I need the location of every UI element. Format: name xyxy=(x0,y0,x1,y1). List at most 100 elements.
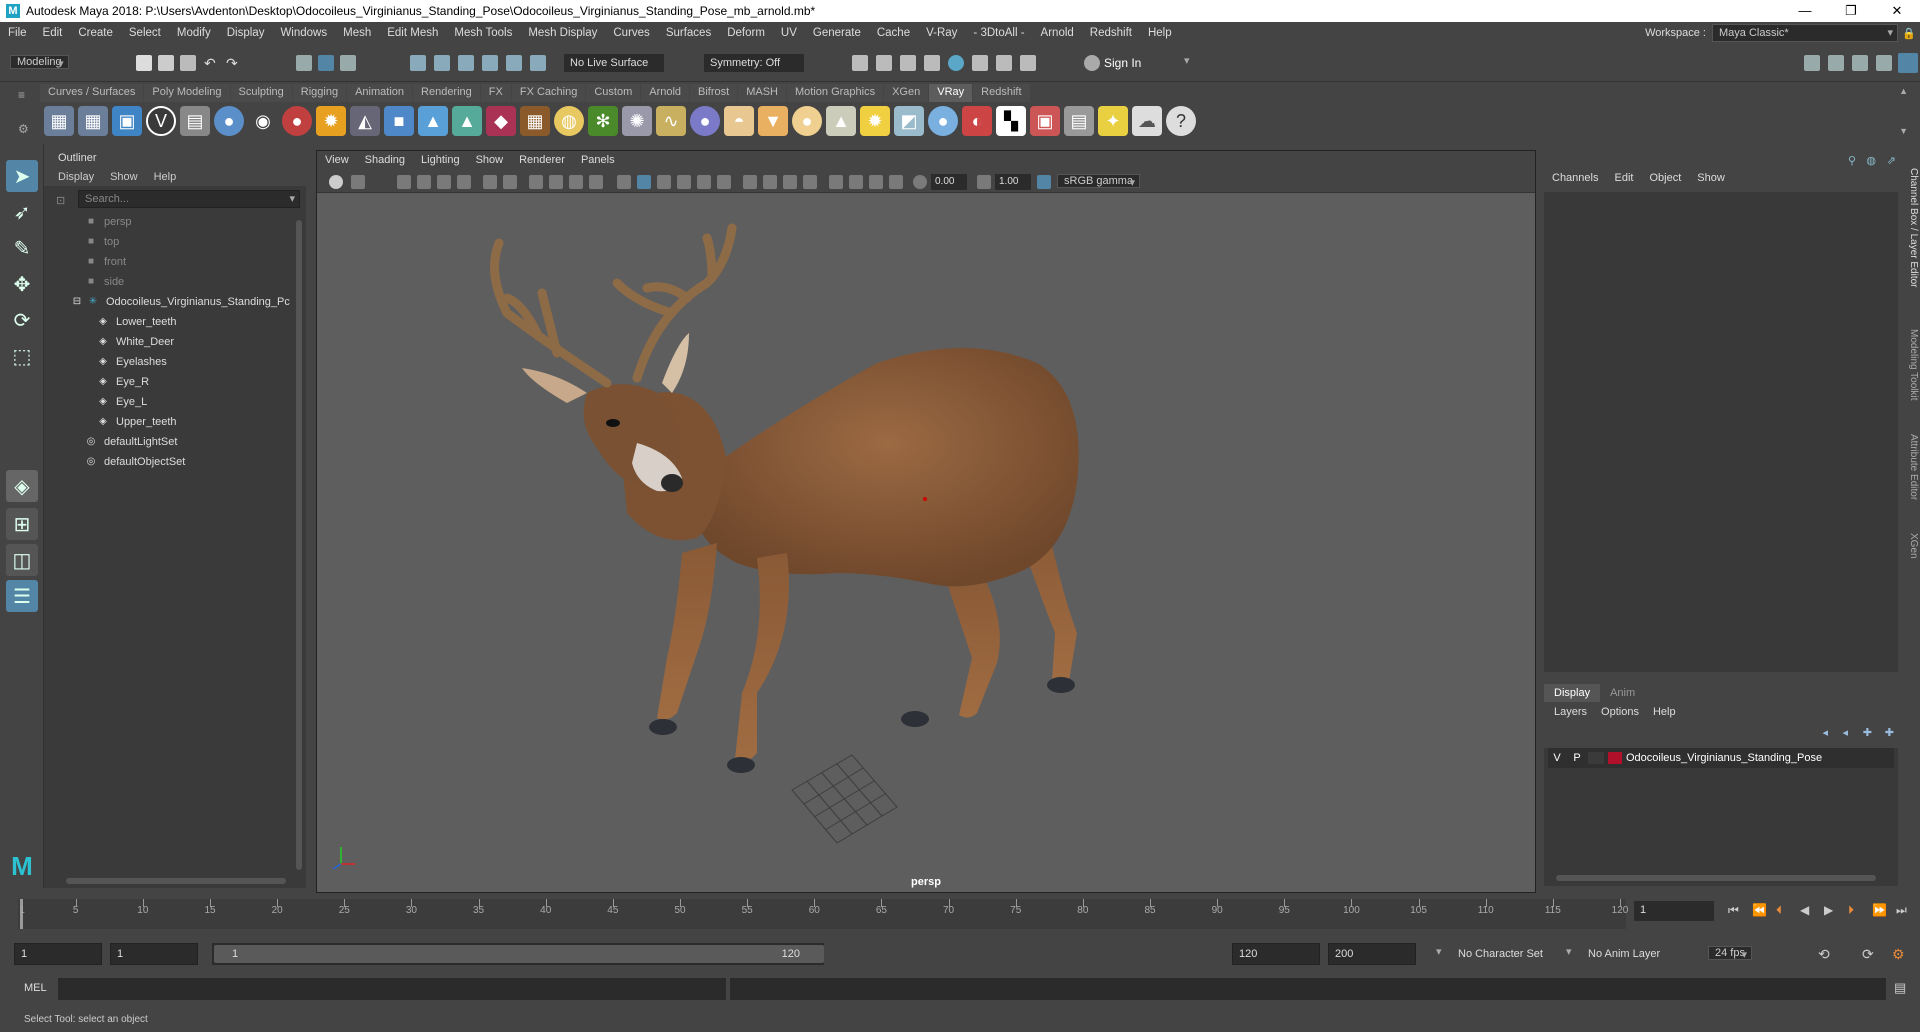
vray-light-lister-icon[interactable]: ✦ xyxy=(1098,106,1128,136)
outliner-item-front[interactable]: ■ front xyxy=(44,252,294,272)
menu-mesh-tools[interactable]: Mesh Tools xyxy=(446,27,520,39)
vray-render-elements-icon[interactable]: ▦ xyxy=(78,106,108,136)
anim-layer-dropdown-icon[interactable]: ▾ xyxy=(1566,945,1572,958)
field-chart-icon[interactable] xyxy=(549,175,563,189)
shadows-icon[interactable] xyxy=(717,175,731,189)
vray-cloud-icon[interactable]: ☁ xyxy=(1132,106,1162,136)
shelf-tab-rigging[interactable]: Rigging xyxy=(292,84,347,102)
outliner-layout-icon[interactable]: ☰ xyxy=(6,580,38,612)
render-view-icon[interactable] xyxy=(972,55,988,71)
current-frame-field[interactable]: 1 xyxy=(1634,901,1714,921)
open-scene-icon[interactable] xyxy=(158,55,174,71)
channel-box-area[interactable] xyxy=(1544,192,1898,672)
layer-menu-options[interactable]: Options xyxy=(1601,706,1639,718)
isolate-select-icon[interactable] xyxy=(829,175,843,189)
script-editor-icon[interactable]: ▤ xyxy=(1894,980,1906,996)
render-frame-icon[interactable] xyxy=(852,55,868,71)
vray-fire-icon[interactable]: ✹ xyxy=(316,106,346,136)
animation-end-field[interactable]: 200 xyxy=(1328,943,1416,965)
shelf-tab-fx-caching[interactable]: FX Caching xyxy=(511,84,586,102)
outliner-menu-help[interactable]: Help xyxy=(154,171,177,183)
channel-menu-object[interactable]: Object xyxy=(1649,172,1681,184)
user-icon[interactable] xyxy=(1084,55,1100,71)
2d-pan-zoom-icon[interactable] xyxy=(417,175,431,189)
backface-culling-icon[interactable] xyxy=(889,175,903,189)
menu-3dtoall[interactable]: - 3DtoAll - xyxy=(965,27,1032,39)
vray-camera-icon[interactable]: ◉ xyxy=(248,106,278,136)
menuset-dropdown[interactable]: Modeling xyxy=(10,55,69,69)
film-gate-icon[interactable] xyxy=(483,175,497,189)
image-plane-icon[interactable] xyxy=(397,175,411,189)
vray-batch-icon[interactable]: ▤ xyxy=(1064,106,1094,136)
vray-mesh-icon[interactable]: ◭ xyxy=(350,106,380,136)
resolution-gate-icon[interactable] xyxy=(503,175,517,189)
loop-icon[interactable]: ⟲ xyxy=(1818,946,1830,963)
character-set-field[interactable]: No Character Set xyxy=(1458,948,1543,960)
safe-action-icon[interactable] xyxy=(569,175,583,189)
search-options-icon[interactable]: ▾ xyxy=(289,192,295,205)
menu-display[interactable]: Display xyxy=(219,27,273,39)
vray-plane-light-icon[interactable]: ◓ xyxy=(724,106,754,136)
vray-sphere-light-icon[interactable]: ● xyxy=(690,106,720,136)
script-language-label[interactable]: MEL xyxy=(24,982,47,994)
motion-blur-icon[interactable] xyxy=(763,175,777,189)
layer-menu-help[interactable]: Help xyxy=(1653,706,1676,718)
outliner-filter-icon[interactable]: ⊡ xyxy=(56,194,65,207)
sign-in-button[interactable]: Sign In xyxy=(1104,56,1141,70)
snap-grid-icon[interactable] xyxy=(410,55,426,71)
menu-create[interactable]: Create xyxy=(70,27,121,39)
workspace-dropdown[interactable]: Maya Classic* xyxy=(1712,24,1898,42)
select-tool-icon[interactable]: ➤ xyxy=(6,160,38,192)
vray-spot-light-icon[interactable]: ▼ xyxy=(758,106,788,136)
layer-playback-toggle[interactable]: P xyxy=(1566,752,1588,764)
toggle-sidebar-icon[interactable] xyxy=(1898,53,1918,73)
menu-arnold[interactable]: Arnold xyxy=(1033,27,1082,39)
vray-sun-icon[interactable]: ✹ xyxy=(860,106,890,136)
shelf-tab-poly-modeling[interactable]: Poly Modeling xyxy=(144,84,230,102)
attribute-editor-icon[interactable]: ◍ xyxy=(1866,154,1876,167)
layer-visibility-toggle[interactable]: V xyxy=(1548,752,1566,764)
outliner-item-persp[interactable]: ■ persp xyxy=(44,212,294,232)
menu-file[interactable]: File xyxy=(0,27,35,39)
animation-preferences-icon[interactable]: ⚙ xyxy=(1892,946,1905,963)
vray-material-ball-icon[interactable]: ◐ xyxy=(962,106,992,136)
vray-env-icon[interactable]: ● xyxy=(928,106,958,136)
side-tab-xgen[interactable]: XGen xyxy=(1903,526,1919,566)
symmetry-field[interactable]: Symmetry: Off xyxy=(704,54,804,72)
animation-start-field[interactable]: 1 xyxy=(14,943,102,965)
range-slider-bar[interactable]: 1 120 xyxy=(214,945,824,963)
step-back-frame-icon[interactable]: ⏪ xyxy=(1752,903,1767,917)
snap-curve-icon[interactable] xyxy=(434,55,450,71)
outliner-item-lower-teeth[interactable]: ◈ Lower_teeth xyxy=(44,312,294,332)
play-backwards-icon[interactable]: ◀ xyxy=(1800,903,1809,917)
menu-deform[interactable]: Deform xyxy=(719,27,773,39)
layer-menu-layers[interactable]: Layers xyxy=(1554,706,1587,718)
viewport-menu-renderer[interactable]: Renderer xyxy=(511,151,573,171)
vray-help-icon[interactable]: ? xyxy=(1166,106,1196,136)
minimize-icon[interactable]: — xyxy=(1782,0,1828,22)
single-perspective-layout-icon[interactable]: ◈ xyxy=(6,470,38,502)
outliner-item-eyelashes[interactable]: ◈ Eyelashes xyxy=(44,352,294,372)
viewport-menu-view[interactable]: View xyxy=(317,151,357,171)
shelf-tab-arnold[interactable]: Arnold xyxy=(641,84,690,102)
vray-drop-icon[interactable]: ▲ xyxy=(418,106,448,136)
safe-title-icon[interactable] xyxy=(589,175,603,189)
pause-ipr-icon[interactable] xyxy=(996,55,1012,71)
outliner-item-eye-r[interactable]: ◈ Eye_R xyxy=(44,372,294,392)
render-setup-icon[interactable] xyxy=(1020,55,1036,71)
show-tool-settings-icon[interactable] xyxy=(1852,55,1868,71)
render-settings-icon[interactable] xyxy=(924,55,940,71)
time-slider-track[interactable]: 1 5 10 15 20 25 30 35 40 45 50 55 60 65 70 75 80 85 90 95 10… xyxy=(18,899,1628,929)
side-tab-channel-box[interactable]: Channel Box / Layer Editor xyxy=(1903,158,1919,298)
collapse-icon[interactable]: ⊟ xyxy=(72,296,82,308)
vray-omni-light-icon[interactable]: ● xyxy=(792,106,822,136)
side-tab-modeling-toolkit[interactable]: Modeling Toolkit xyxy=(1903,320,1919,410)
viewport-menu-panels[interactable]: Panels xyxy=(573,151,623,171)
menu-edit-mesh[interactable]: Edit Mesh xyxy=(379,27,446,39)
show-attribute-editor-icon[interactable] xyxy=(1828,55,1844,71)
new-layer-selected-icon[interactable]: ✚ xyxy=(1863,726,1872,739)
outliner-item-top[interactable]: ■ top xyxy=(44,232,294,252)
color-management-icon[interactable] xyxy=(1037,175,1051,189)
vray-logo-icon[interactable]: V xyxy=(146,106,176,136)
shelf-tab-motion-graphics[interactable]: Motion Graphics xyxy=(787,84,884,102)
